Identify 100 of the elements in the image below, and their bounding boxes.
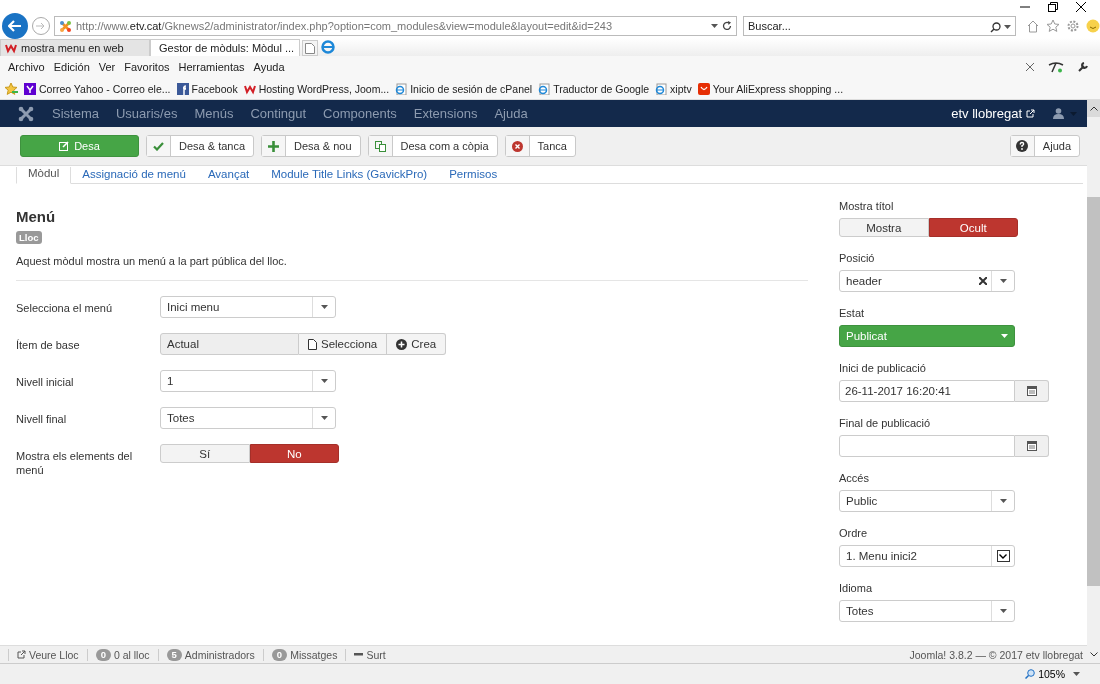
menu-item[interactable]: Favoritos bbox=[124, 61, 175, 73]
search-field[interactable]: Buscar... bbox=[743, 16, 1016, 36]
caret-icon bbox=[320, 379, 328, 383]
page-icon bbox=[655, 82, 668, 95]
input-field: Actual bbox=[160, 333, 299, 355]
select-field[interactable]: Inici menu bbox=[160, 296, 336, 318]
browser-tab[interactable]: Gestor de mòduls: Mòdul ... bbox=[150, 39, 300, 56]
clear-icon[interactable] bbox=[979, 277, 987, 285]
address-bar[interactable]: http://www.etv.cat/Gknews2/administrator/index.php?option=com_modules&view=module&layout=edit&id=243 bbox=[54, 16, 737, 36]
toggle-option[interactable]: Ocult bbox=[928, 218, 1018, 237]
status-text[interactable]: Administradors bbox=[184, 648, 255, 661]
toggle-option[interactable]: Sí bbox=[160, 444, 250, 463]
page-icon bbox=[395, 82, 408, 95]
menu-item[interactable]: Ver bbox=[98, 61, 121, 73]
tab[interactable]: Assignació de menú bbox=[71, 168, 197, 183]
field-label: Inici de publicació bbox=[839, 362, 927, 374]
help-button[interactable]: Ajuda bbox=[1009, 135, 1080, 157]
status-text[interactable]: 0 al lloc bbox=[113, 648, 150, 661]
module-description: Aquest mòdul mostra un menú a la part pública del lloc. bbox=[16, 255, 288, 267]
star-icon[interactable] bbox=[1046, 19, 1060, 33]
bookmark[interactable]: Facebook bbox=[176, 82, 238, 95]
field-label: Ítem de base bbox=[16, 338, 81, 352]
toolbar-button[interactable]: Desa & tanca bbox=[146, 135, 255, 157]
bookmark[interactable]: Correo Yahoo - Correo ele... bbox=[24, 82, 171, 95]
field-label: Idioma bbox=[839, 582, 874, 594]
external-link-icon bbox=[17, 650, 26, 659]
field-label: Mostra títol bbox=[839, 200, 895, 212]
bookmark[interactable]: Your AliExpress shopping ... bbox=[697, 82, 844, 95]
nav-menu-item[interactable]: Menús bbox=[194, 106, 234, 121]
settings-icon[interactable] bbox=[1066, 19, 1080, 33]
browser-tab[interactable]: mostra menu en web bbox=[0, 39, 150, 56]
menu-item[interactable]: Herramientas bbox=[178, 61, 250, 73]
caret-icon bbox=[999, 279, 1007, 283]
zoom-control[interactable]: 105% bbox=[1025, 668, 1065, 680]
caret-icon bbox=[320, 416, 328, 420]
select-button[interactable]: Selecciona bbox=[299, 333, 388, 355]
select-field[interactable]: 1. Menu inici2 bbox=[839, 545, 1015, 567]
refresh-icon[interactable] bbox=[722, 21, 732, 31]
view-site-link[interactable]: Veure Lloc bbox=[8, 648, 87, 661]
cancel-icon bbox=[511, 140, 523, 152]
field-label: Nivell inicial bbox=[16, 375, 75, 389]
count-badge: 5 bbox=[166, 648, 182, 661]
select-field[interactable]: 1 bbox=[160, 370, 336, 392]
nav-menu-item[interactable]: Usuaris/es bbox=[115, 106, 178, 121]
select-field[interactable]: Public bbox=[839, 490, 1015, 512]
toggle-option[interactable]: No bbox=[249, 444, 339, 463]
tab[interactable]: Permisos bbox=[438, 168, 509, 183]
toggle-option[interactable]: Mostra bbox=[839, 218, 929, 237]
search-icon[interactable] bbox=[989, 21, 1001, 33]
site-icon bbox=[5, 42, 17, 54]
select-field[interactable]: Totes bbox=[160, 407, 336, 429]
status-text[interactable]: Missatges bbox=[290, 648, 338, 661]
bookmark[interactable]: Inicio de sesión de cPanel bbox=[395, 82, 533, 95]
smiley-icon[interactable] bbox=[1086, 19, 1100, 33]
field-label: Estat bbox=[839, 307, 866, 319]
close-icon[interactable] bbox=[1076, 2, 1086, 12]
tools-icon[interactable] bbox=[1048, 61, 1064, 73]
calendar-button[interactable] bbox=[1015, 435, 1049, 457]
calendar-button[interactable] bbox=[1015, 380, 1049, 402]
nav-menu-item[interactable]: Contingut bbox=[250, 106, 307, 121]
toolbar-button[interactable]: Desa com a còpia bbox=[367, 135, 498, 157]
date-field[interactable]: 26-11-2017 16:20:41 bbox=[839, 380, 1015, 402]
menu-item[interactable]: Edición bbox=[53, 61, 95, 73]
back-button[interactable] bbox=[2, 13, 28, 39]
date-field[interactable] bbox=[839, 435, 1015, 457]
logout-link[interactable]: Surt bbox=[345, 648, 394, 661]
check-icon bbox=[153, 141, 164, 151]
module-title: Menú bbox=[16, 208, 57, 225]
joomla-logo-icon[interactable] bbox=[18, 105, 34, 122]
site-icon bbox=[59, 19, 72, 33]
scrollbar-thumb[interactable] bbox=[1087, 197, 1100, 586]
bookmark[interactable]: xiptv bbox=[655, 82, 692, 95]
tab[interactable]: Module Title Links (GavickPro) bbox=[260, 168, 439, 183]
user-menu[interactable] bbox=[1053, 108, 1077, 119]
new-tab-button[interactable] bbox=[302, 40, 318, 56]
restore-icon[interactable] bbox=[1048, 2, 1058, 12]
nav-menu-item[interactable]: Ajuda bbox=[494, 106, 528, 121]
copy-icon bbox=[374, 140, 386, 152]
toolbar-button[interactable]: Desa & nou bbox=[261, 135, 361, 157]
site-link[interactable]: etv llobregat bbox=[951, 106, 1035, 121]
favorites-star-icon[interactable] bbox=[4, 82, 18, 95]
forward-arrow-icon bbox=[36, 22, 46, 30]
select-field[interactable]: Totes bbox=[839, 600, 1015, 622]
home-icon[interactable] bbox=[1026, 19, 1040, 33]
tab[interactable]: Avançat bbox=[196, 168, 261, 183]
wrench-icon[interactable] bbox=[1078, 62, 1088, 72]
nav-menu-item[interactable]: Extensions bbox=[413, 106, 478, 121]
caret-icon bbox=[320, 305, 328, 309]
tab[interactable]: Mòdul bbox=[16, 167, 72, 184]
caret-icon bbox=[999, 499, 1007, 503]
create-button[interactable]: Crea bbox=[387, 333, 447, 355]
menu-item[interactable]: Ayuda bbox=[253, 61, 290, 73]
toolbar-button[interactable]: Tanca bbox=[504, 135, 576, 157]
bookmark[interactable]: Hosting WordPress, Joom... bbox=[243, 82, 390, 95]
select-field[interactable]: header bbox=[839, 270, 1015, 292]
nav-menu-item[interactable]: Sistema bbox=[52, 106, 99, 121]
nav-menu-item[interactable]: Components bbox=[323, 106, 397, 121]
menu-item[interactable]: Archivo bbox=[8, 61, 50, 73]
help-icon bbox=[1016, 140, 1029, 152]
bookmark[interactable]: Traductor de Google bbox=[538, 82, 650, 95]
